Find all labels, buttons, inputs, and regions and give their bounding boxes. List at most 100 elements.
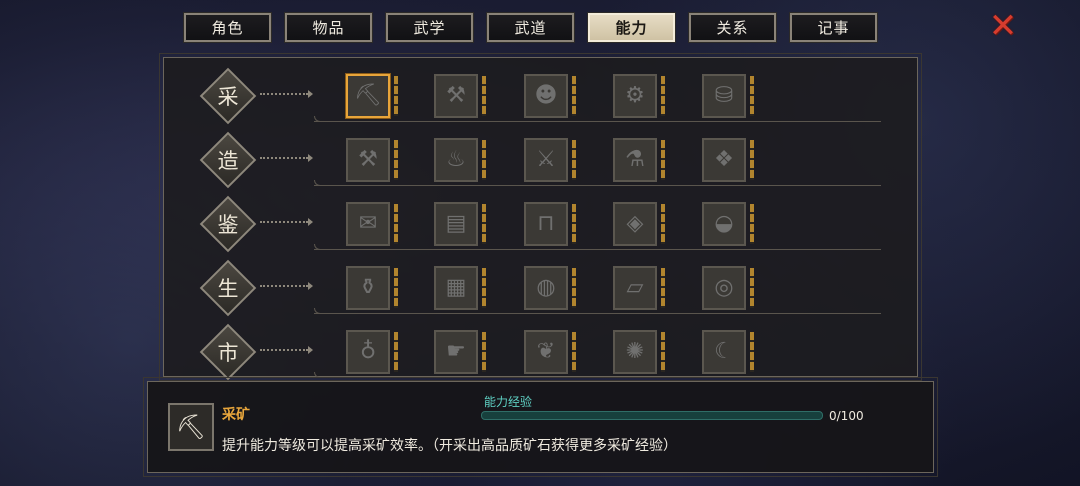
plate-icon: ◍: [536, 275, 556, 300]
slot-level-bar: [572, 332, 576, 372]
ability-slot[interactable]: ❖: [702, 138, 756, 184]
slot-level-bar: [394, 268, 398, 308]
ability-row: 市 ♁ ☛ ❦ ✺ ☾: [164, 318, 917, 382]
ability-slot[interactable]: ◍: [524, 266, 578, 312]
slot-level-bar: [394, 332, 398, 372]
tab-journal[interactable]: 记事: [789, 12, 878, 43]
exp-value: 0/100: [829, 409, 864, 423]
ability-slot[interactable]: ♨: [434, 138, 488, 184]
ability-slot-frame: ❖: [702, 138, 746, 182]
slot-level-bar: [394, 140, 398, 180]
ability-slot[interactable]: ⚱: [346, 266, 400, 312]
category-label: 生: [217, 277, 239, 301]
row-divider: [314, 308, 881, 314]
ability-slot[interactable]: ⚙: [613, 74, 667, 120]
ability-slot-frame: ✉: [346, 202, 390, 246]
slot-level-bar: [394, 76, 398, 116]
tab-items[interactable]: 物品: [284, 12, 373, 43]
ability-slot[interactable]: ⛏: [346, 74, 400, 120]
ability-slot[interactable]: ⚔: [524, 138, 578, 184]
alchemy-icon: ⚗: [625, 147, 645, 172]
slot-level-bar: [661, 76, 665, 116]
arrow-dotted-icon: [260, 218, 313, 226]
close-x-icon[interactable]: ✕: [985, 9, 1021, 43]
arrow-dotted-icon: [260, 282, 313, 290]
bowl-icon: ◒: [714, 211, 734, 236]
ability-slot[interactable]: ⛁: [702, 74, 756, 120]
ability-row: 鉴 ✉ ▤ ⊓ ◈ ◒: [164, 190, 917, 254]
ability-row: 采 ⛏ ⚒ ☻ ⚙ ⛁: [164, 62, 917, 126]
mask-icon: ☻: [534, 83, 558, 108]
ability-slot[interactable]: ♁: [346, 330, 400, 376]
bucket-icon: ⛁: [714, 83, 734, 108]
forge-icon: ♨: [446, 147, 466, 172]
ability-slot-frame: ◒: [702, 202, 746, 246]
slot-level-bar: [661, 332, 665, 372]
row-divider: [314, 180, 881, 186]
ability-slot-frame: ⛏: [346, 74, 390, 118]
ability-slot-frame: ◎: [702, 266, 746, 310]
ability-slot[interactable]: ☾: [702, 330, 756, 376]
slot-level-bar: [750, 204, 754, 244]
tab-relations[interactable]: 关系: [688, 12, 777, 43]
ability-slot[interactable]: ◎: [702, 266, 756, 312]
slot-level-bar: [750, 140, 754, 180]
ability-slot-frame: ☻: [524, 74, 568, 118]
slot-level-bar: [482, 268, 486, 308]
slot-level-bar: [750, 332, 754, 372]
category-label: 市: [217, 341, 239, 365]
tab-martial-arts[interactable]: 武学: [385, 12, 474, 43]
ability-slot-frame: ⚔: [524, 138, 568, 182]
arrow-dotted-icon: [260, 154, 313, 162]
hand-icon: ☛: [446, 339, 466, 364]
slot-level-bar: [661, 140, 665, 180]
slot-level-bar: [572, 76, 576, 116]
ability-slot[interactable]: ▤: [434, 202, 488, 248]
tab-character[interactable]: 角色: [183, 12, 272, 43]
ability-title: 采矿: [222, 407, 250, 423]
ability-slot[interactable]: ✉: [346, 202, 400, 248]
book-icon: ▤: [445, 211, 467, 236]
table-icon: ⊓: [537, 211, 555, 236]
ability-slot[interactable]: ⚒: [346, 138, 400, 184]
tab-abilities[interactable]: 能力: [587, 12, 676, 43]
ability-slot[interactable]: ☛: [434, 330, 488, 376]
slot-level-bar: [482, 204, 486, 244]
ability-slot[interactable]: ▱: [613, 266, 667, 312]
ability-slot-frame: ◍: [524, 266, 568, 310]
ability-slot[interactable]: ◈: [613, 202, 667, 248]
ability-slot-frame: ♨: [434, 138, 478, 182]
weapon-rack-icon: ⚔: [536, 147, 556, 172]
slot-level-bar: [394, 204, 398, 244]
slot-level-bar: [750, 268, 754, 308]
ability-row: 生 ⚱ ▦ ◍ ▱ ◎: [164, 254, 917, 318]
ability-info-panel: ⛏ 采矿 能力经验 0/100 提升能力等级可以提高采矿效率。（开采出高品质矿石…: [143, 377, 938, 477]
ability-slot-frame: ▤: [434, 202, 478, 246]
gear-icon: ✺: [625, 339, 645, 364]
ability-slot[interactable]: ❦: [524, 330, 578, 376]
tab-bar: 角色 物品 武学 武道 能力 关系 记事: [183, 12, 878, 43]
pickaxe-ore-icon: ⛏: [168, 403, 214, 451]
category-label: 鉴: [217, 213, 239, 237]
ability-slot-frame: ▱: [613, 266, 657, 310]
map-icon: ▱: [626, 275, 644, 300]
ability-slot[interactable]: ⊓: [524, 202, 578, 248]
row-divider: [314, 372, 881, 378]
hammer-icon: ⚒: [446, 83, 466, 108]
tab-martial-way[interactable]: 武道: [486, 12, 575, 43]
ability-grid-panel: 采 ⛏ ⚒ ☻ ⚙ ⛁ 造 ⚒ ♨ ⚔ ⚗ ❖ 鉴 ✉ ▤ ⊓ ◈ ◒ 生 ⚱ ▦ ◍ ▱ ◎ 市 ♁ ☛ ❦ ✺ ☾: [159, 53, 922, 381]
ability-slot-frame: ◈: [613, 202, 657, 246]
ability-slot-frame: ⊓: [524, 202, 568, 246]
ability-slot[interactable]: ⚗: [613, 138, 667, 184]
rope-icon: ◎: [714, 275, 734, 300]
ability-slot[interactable]: ⚒: [434, 74, 488, 120]
food-icon: ❦: [536, 339, 556, 364]
ability-slot[interactable]: ▦: [434, 266, 488, 312]
loom-icon: ❖: [714, 147, 734, 172]
gem-icon: ◈: [626, 211, 644, 236]
ability-slot[interactable]: ✺: [613, 330, 667, 376]
ability-slot[interactable]: ◒: [702, 202, 756, 248]
ability-slot-frame: ⚗: [613, 138, 657, 182]
exp-label: 能力经验: [484, 395, 533, 409]
ability-slot[interactable]: ☻: [524, 74, 578, 120]
